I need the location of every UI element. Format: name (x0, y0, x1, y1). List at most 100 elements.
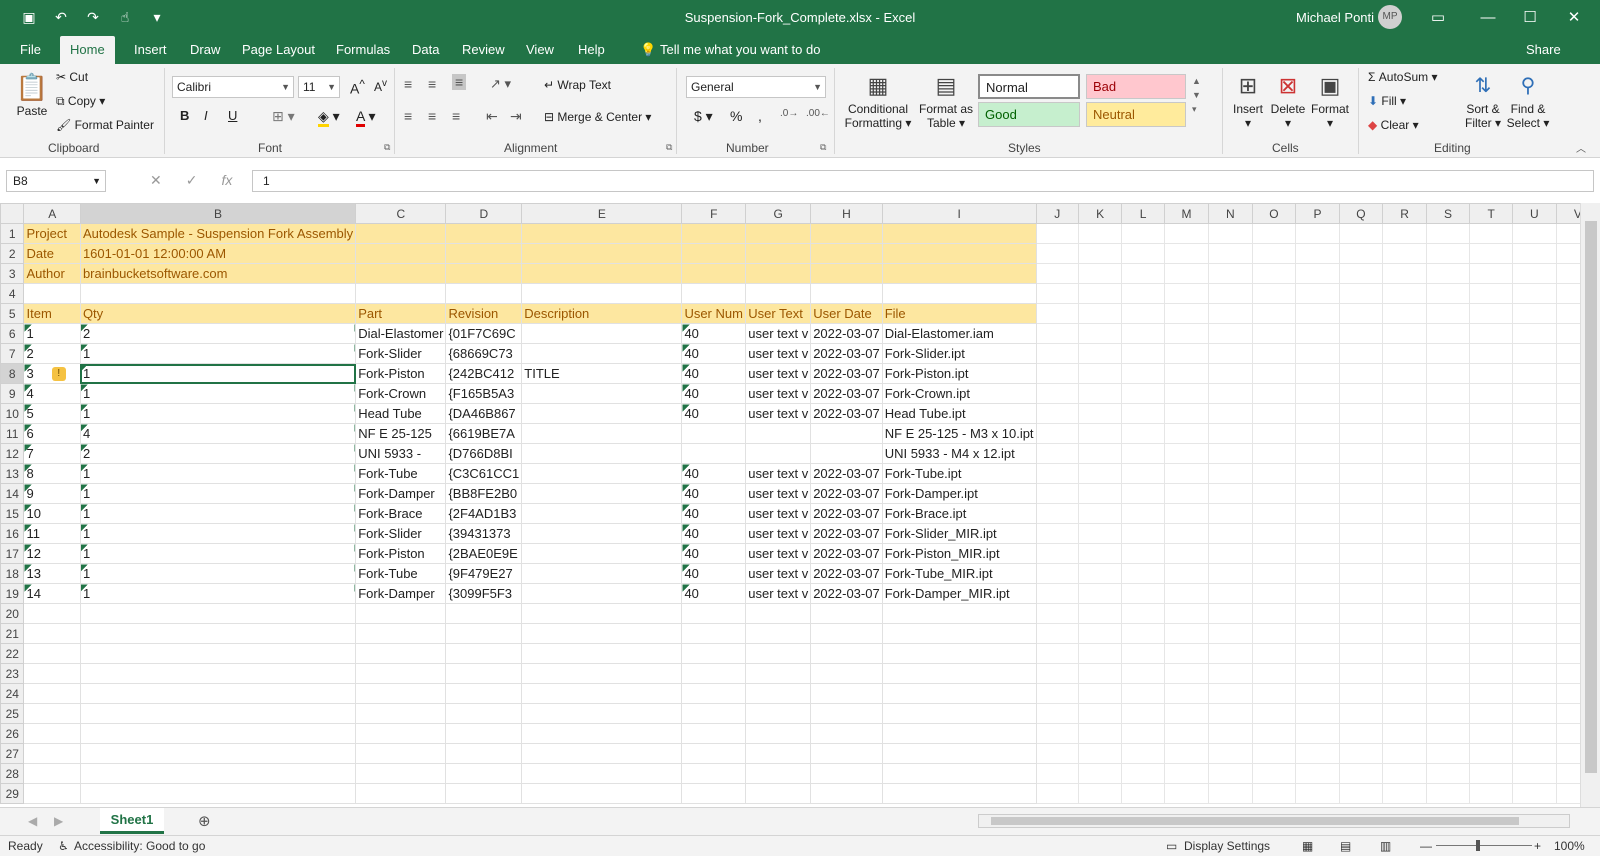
cell[interactable] (1208, 463, 1253, 484)
cell[interactable] (1077, 783, 1123, 804)
cell[interactable] (1077, 523, 1123, 544)
cell[interactable] (355, 643, 447, 664)
cell[interactable] (810, 643, 883, 664)
merge-center-button[interactable]: ⊟ Merge & Center ▾ (544, 110, 651, 124)
cell[interactable] (1251, 563, 1297, 584)
cell[interactable]: 3! (23, 363, 81, 384)
cell[interactable]: 2022-03-07 (810, 383, 883, 404)
cell[interactable] (355, 723, 447, 744)
cell[interactable]: Revision (445, 303, 523, 324)
cell[interactable] (1208, 643, 1253, 664)
cell[interactable] (23, 783, 81, 804)
cell[interactable] (1208, 663, 1253, 684)
cell[interactable]: Project (23, 223, 81, 244)
cell[interactable] (1382, 743, 1427, 764)
row-header[interactable]: 5 (0, 303, 25, 324)
cell[interactable] (810, 243, 883, 264)
cell[interactable] (1512, 783, 1557, 804)
cell[interactable] (1035, 543, 1079, 564)
cell[interactable]: 1 (79, 543, 357, 564)
cell[interactable] (1512, 463, 1557, 484)
cell[interactable] (1338, 323, 1384, 344)
cell[interactable] (445, 603, 523, 624)
cell[interactable] (881, 763, 1037, 784)
sort-filter-button[interactable]: ⇅ Sort & Filter ▾ (1462, 70, 1504, 130)
cell[interactable] (1338, 423, 1384, 444)
cell[interactable] (681, 223, 747, 244)
cell[interactable] (1251, 243, 1297, 264)
cell[interactable] (1382, 363, 1427, 384)
cell[interactable] (681, 263, 747, 284)
tab-home[interactable]: Home (60, 36, 115, 64)
cell[interactable] (445, 623, 523, 644)
cell[interactable] (1512, 563, 1557, 584)
cell[interactable] (1469, 263, 1514, 284)
zoom-in-icon[interactable]: + (1534, 839, 1541, 853)
number-format-select[interactable]: General ▼ (686, 76, 826, 98)
tab-data[interactable]: Data (402, 36, 449, 64)
cell[interactable] (1512, 603, 1557, 624)
cell[interactable] (1035, 663, 1079, 684)
cell[interactable] (1512, 443, 1557, 464)
cell[interactable] (1425, 443, 1471, 464)
next-sheet-icon[interactable]: ▶ (54, 814, 63, 828)
cell[interactable] (1121, 783, 1165, 804)
cell[interactable] (1035, 683, 1079, 704)
cell[interactable] (79, 283, 357, 304)
column-header[interactable]: I (881, 203, 1037, 224)
function-icon[interactable]: fx (221, 172, 232, 189)
cell[interactable] (521, 323, 683, 344)
cell[interactable] (1425, 343, 1471, 364)
align-middle-icon[interactable]: ≡ (428, 76, 436, 92)
format-as-table-button[interactable]: ▤ Format as Table ▾ (918, 70, 974, 130)
tab-help[interactable]: Help (568, 36, 615, 64)
cell[interactable] (1469, 703, 1514, 724)
cell[interactable] (1208, 583, 1253, 604)
cell[interactable]: 40 (681, 363, 747, 384)
cell[interactable] (1295, 603, 1340, 624)
cell[interactable] (23, 663, 81, 684)
cell[interactable] (1208, 623, 1253, 644)
cell[interactable] (1469, 623, 1514, 644)
cell[interactable] (1295, 363, 1340, 384)
cell[interactable]: {3099F5F3 (445, 583, 523, 604)
cell[interactable] (745, 783, 812, 804)
column-header[interactable]: F (681, 203, 747, 224)
display-settings-button[interactable]: Display Settings (1184, 839, 1270, 853)
cell[interactable]: Fork-Tube.ipt (881, 463, 1037, 484)
normal-view-icon[interactable]: ▦ (1302, 839, 1313, 853)
row-header[interactable]: 19 (0, 583, 25, 604)
cell[interactable] (1382, 783, 1427, 804)
cell[interactable] (810, 283, 883, 304)
column-header[interactable]: N (1208, 203, 1253, 224)
cell[interactable] (1163, 483, 1210, 504)
cell[interactable] (1035, 283, 1079, 304)
cell[interactable] (1295, 683, 1340, 704)
cell[interactable] (1338, 223, 1384, 244)
cell[interactable]: 40 (681, 463, 747, 484)
cell[interactable] (681, 763, 747, 784)
scroll-thumb[interactable] (1585, 221, 1597, 773)
cell[interactable] (355, 683, 447, 704)
cell[interactable] (1382, 683, 1427, 704)
cell[interactable] (1425, 743, 1471, 764)
cell[interactable]: 2022-03-07 (810, 363, 883, 384)
cell[interactable] (1512, 703, 1557, 724)
row-header[interactable]: 13 (0, 463, 25, 484)
cell[interactable] (1425, 223, 1471, 244)
align-right-icon[interactable]: ≡ (452, 108, 460, 124)
cell[interactable]: user text v (745, 343, 812, 364)
increase-indent-icon[interactable]: ⇥ (510, 108, 522, 125)
cell[interactable]: 2022-03-07 (810, 463, 883, 484)
cell[interactable] (1035, 583, 1079, 604)
cell[interactable] (1251, 683, 1297, 704)
avatar[interactable]: MP (1378, 5, 1402, 29)
cell[interactable]: 40 (681, 483, 747, 504)
cell[interactable] (1163, 223, 1210, 244)
cell[interactable] (745, 443, 812, 464)
cell[interactable] (1251, 423, 1297, 444)
cell[interactable] (1295, 443, 1340, 464)
cell[interactable]: 1 (79, 563, 357, 584)
cell[interactable] (1163, 783, 1210, 804)
cell[interactable] (1512, 383, 1557, 404)
